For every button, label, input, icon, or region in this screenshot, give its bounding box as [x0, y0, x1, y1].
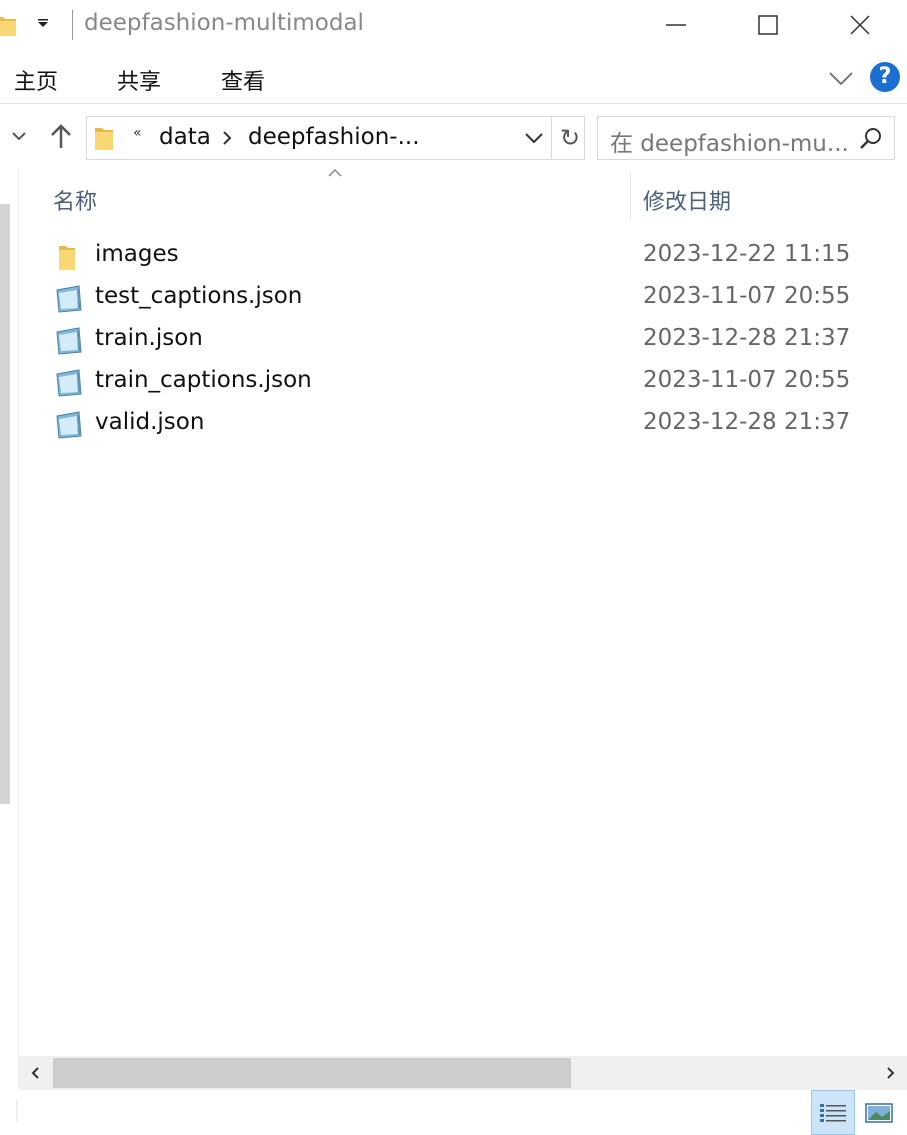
folder-icon — [59, 246, 75, 270]
help-button[interactable]: ? — [870, 62, 900, 92]
search-icon[interactable] — [858, 126, 884, 152]
title-separator — [72, 10, 73, 40]
quick-access-dropdown-icon[interactable] — [36, 16, 50, 34]
file-name: train_captions.json — [95, 367, 312, 393]
column-divider[interactable] — [630, 172, 631, 220]
expand-ribbon-chevron-icon[interactable] — [826, 64, 856, 92]
breadcrumb-overflow-button[interactable]: « — [133, 125, 142, 141]
chevron-left-icon — [31, 1067, 39, 1079]
chevron-right-icon — [887, 1067, 895, 1079]
search-input[interactable]: 在 deepfashion-mu... — [597, 116, 895, 160]
status-bar — [0, 1090, 907, 1135]
details-view-button[interactable] — [811, 1090, 855, 1135]
close-button[interactable] — [814, 0, 906, 50]
scroll-left-button[interactable] — [19, 1056, 53, 1090]
file-date: 2023-12-22 11:15 — [643, 241, 851, 267]
file-date: 2023-11-07 20:55 — [643, 367, 851, 393]
json-file-icon — [56, 369, 82, 397]
file-name: train.json — [95, 325, 203, 351]
json-file-icon — [56, 285, 82, 313]
folder-icon — [95, 128, 113, 150]
column-header: 名称 修改日期 — [19, 168, 907, 226]
minimize-button[interactable] — [630, 0, 722, 50]
file-date: 2023-11-07 20:55 — [643, 283, 851, 309]
list-item[interactable]: test_captions.json 2023-11-07 20:55 — [19, 278, 907, 320]
file-name: images — [95, 241, 179, 267]
navigation-pane-scrollbar-thumb[interactable] — [0, 204, 10, 804]
window-title: deepfashion-multimodal — [84, 10, 364, 36]
scroll-right-button[interactable] — [873, 1056, 907, 1090]
search-placeholder: 在 deepfashion-mu... — [610, 131, 849, 157]
scrollbar-thumb[interactable] — [53, 1058, 571, 1088]
tab-home[interactable]: 主页 — [14, 64, 58, 96]
title-bar: deepfashion-multimodal — [0, 0, 907, 52]
details-view-icon — [820, 1103, 846, 1122]
navigation-bar: « data deepfashion-... ↻ 在 deepfashion-m… — [0, 104, 907, 168]
tab-share[interactable]: 共享 — [117, 64, 161, 96]
file-date: 2023-12-28 21:37 — [643, 325, 851, 351]
file-name: valid.json — [95, 409, 205, 435]
column-name-header[interactable]: 名称 — [53, 184, 97, 216]
list-item[interactable]: valid.json 2023-12-28 21:37 — [19, 404, 907, 446]
address-divider — [551, 117, 552, 159]
navigation-pane[interactable] — [0, 168, 18, 1058]
column-date-modified-header[interactable]: 修改日期 — [643, 184, 731, 216]
close-icon — [850, 15, 870, 35]
list-item[interactable]: train_captions.json 2023-11-07 20:55 — [19, 362, 907, 404]
file-name: test_captions.json — [95, 283, 303, 309]
address-bar[interactable]: « data deepfashion-... ↻ — [86, 116, 585, 160]
tab-view[interactable]: 查看 — [221, 64, 265, 96]
json-file-icon — [56, 327, 82, 355]
json-file-icon — [56, 411, 82, 439]
address-dropdown-chevron-icon[interactable] — [523, 129, 545, 147]
list-item[interactable]: train.json 2023-12-28 21:37 — [19, 320, 907, 362]
minimize-icon — [666, 24, 686, 26]
status-divider — [16, 1100, 18, 1122]
recent-locations-chevron-icon[interactable] — [10, 126, 28, 146]
sort-ascending-icon — [328, 168, 342, 177]
breadcrumb-data[interactable]: data — [159, 124, 211, 150]
list-item[interactable]: images 2023-12-22 11:15 — [19, 236, 907, 278]
large-icons-view-icon — [865, 1102, 893, 1123]
up-arrow-icon[interactable] — [48, 122, 74, 150]
refresh-button[interactable]: ↻ — [555, 123, 585, 153]
breadcrumb-separator-chevron-icon[interactable] — [221, 129, 233, 147]
file-date: 2023-12-28 21:37 — [643, 409, 851, 435]
large-icons-view-button[interactable] — [859, 1090, 899, 1135]
breadcrumb-deepfashion[interactable]: deepfashion-... — [248, 124, 420, 150]
ribbon-tabs: 主页 共享 查看 ? — [0, 52, 907, 104]
maximize-icon — [758, 15, 778, 35]
maximize-button[interactable] — [722, 0, 814, 50]
horizontal-scrollbar[interactable] — [19, 1056, 907, 1090]
folder-icon — [0, 17, 16, 36]
file-list: images 2023-12-22 11:15 test_captions.js… — [19, 236, 907, 446]
